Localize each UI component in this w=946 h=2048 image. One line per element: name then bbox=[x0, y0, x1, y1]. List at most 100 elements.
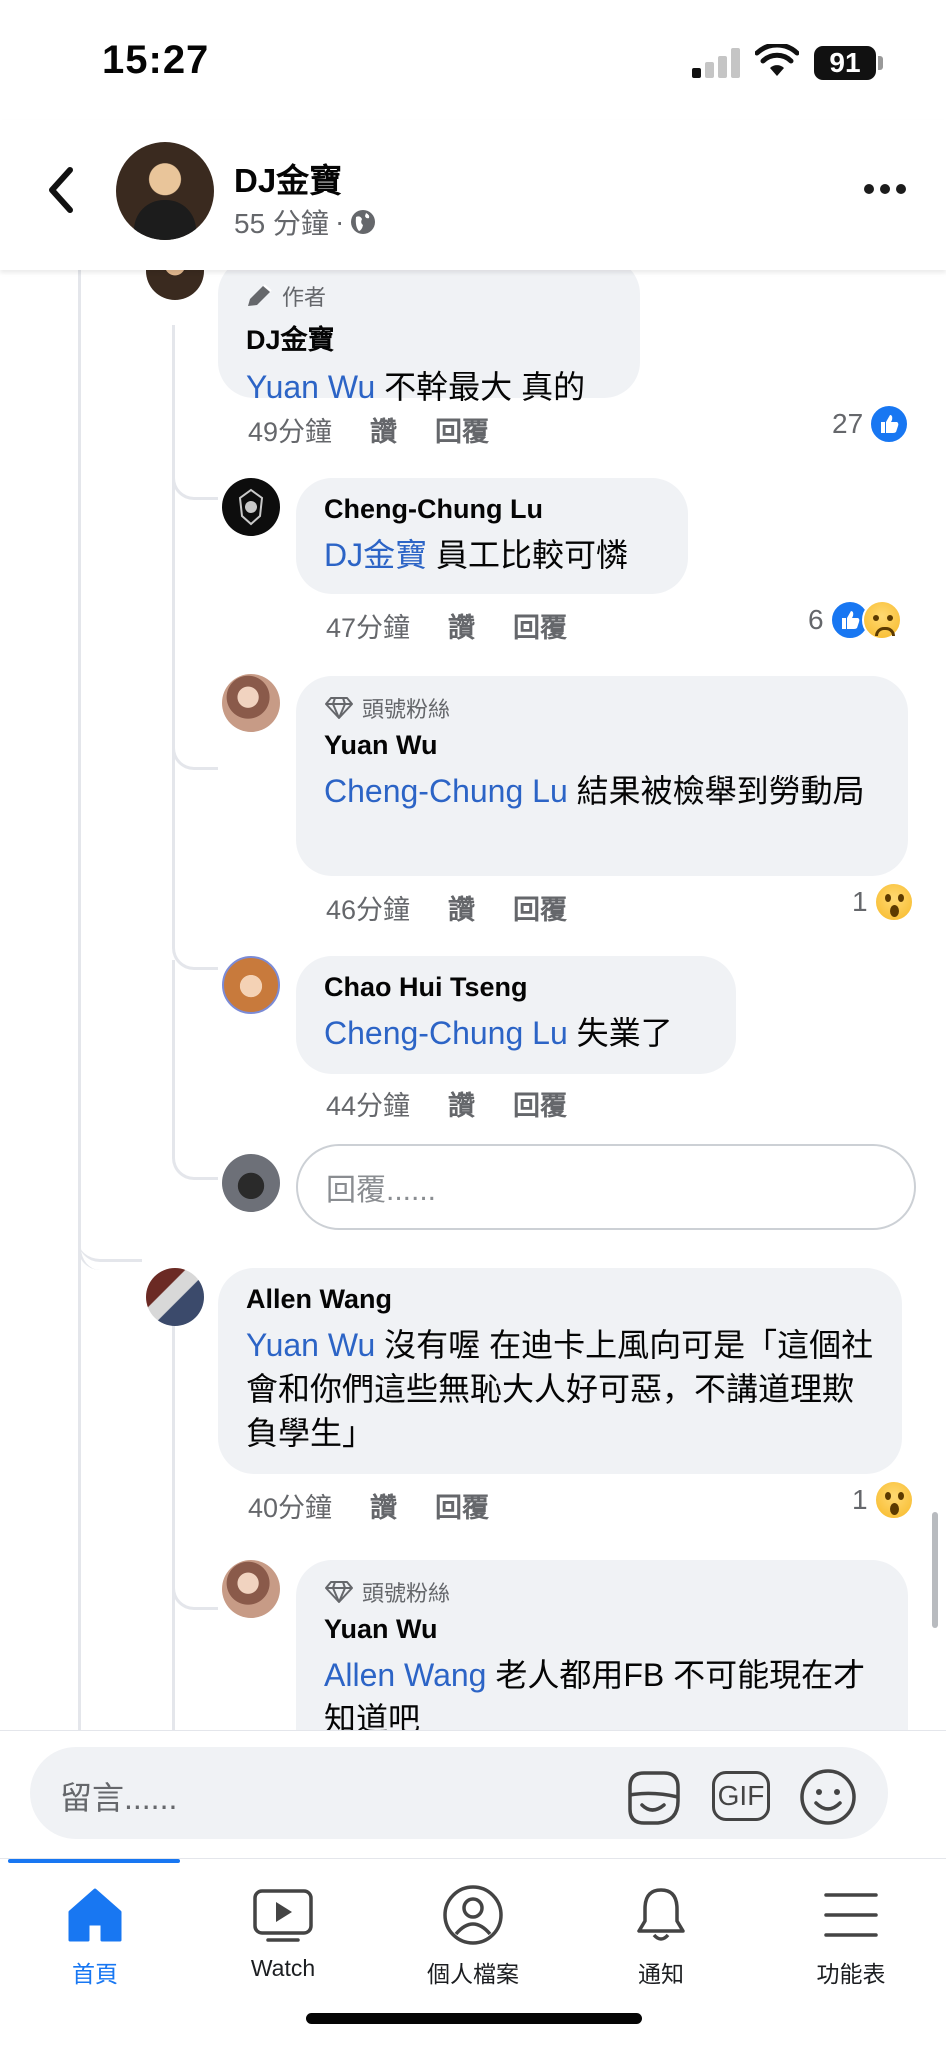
battery-level: 91 bbox=[814, 46, 876, 80]
thread-connector bbox=[172, 1550, 218, 1610]
page-name[interactable]: DJ金寶 bbox=[234, 154, 342, 202]
comment-placeholder: 留言...... bbox=[60, 1780, 178, 1816]
mention-link[interactable]: DJ金寶 bbox=[324, 537, 427, 573]
cellular-signal-icon bbox=[692, 48, 742, 78]
comment-thread: 作者 DJ金寶 Yuan Wu 不幹最大 真的 49分鐘 讚 回覆 27 Che… bbox=[0, 270, 946, 1730]
mention-link[interactable]: Yuan Wu bbox=[246, 1327, 375, 1363]
status-bar: 15:27 91 bbox=[0, 0, 946, 120]
thread-connector bbox=[172, 770, 218, 970]
thread-connector bbox=[172, 960, 218, 1180]
comment-bubble: Allen Wang Yuan Wu 沒有喔 在迪卡上風向可是「這個社會和你們這… bbox=[218, 1268, 902, 1474]
avatar[interactable] bbox=[222, 674, 280, 732]
like-button[interactable]: 讚 bbox=[370, 1486, 397, 1525]
tab-label: 功能表 bbox=[816, 1961, 886, 1987]
avatar[interactable] bbox=[146, 270, 204, 300]
reaction-summary[interactable]: 27 bbox=[832, 404, 910, 444]
wow-reaction-icon bbox=[873, 1480, 914, 1520]
reply-button[interactable]: 回覆 bbox=[435, 1486, 489, 1525]
diamond-icon bbox=[325, 1581, 353, 1603]
comment-composer: 留言...... GIF bbox=[0, 1730, 946, 1855]
scrollbar[interactable] bbox=[932, 1512, 938, 1628]
comment-actions: 46分鐘 讚 回覆 bbox=[326, 888, 567, 927]
status-time: 15:27 bbox=[102, 38, 210, 82]
reply-button[interactable]: 回覆 bbox=[513, 606, 567, 645]
comment-text: Cheng-Chung Lu 結果被檢舉到勞動局 bbox=[324, 769, 880, 813]
gif-button[interactable]: GIF bbox=[712, 1771, 770, 1821]
reaction-summary[interactable]: 6 bbox=[808, 600, 902, 640]
reaction-summary[interactable]: 1 bbox=[852, 882, 914, 922]
comment-time: 47分鐘 bbox=[326, 613, 411, 643]
commenter-name[interactable]: Cheng-Chung Lu bbox=[324, 494, 660, 525]
active-tab-indicator bbox=[8, 1859, 180, 1863]
avatar[interactable] bbox=[222, 1560, 280, 1618]
avatar[interactable] bbox=[222, 956, 280, 1014]
commenter-name[interactable]: DJ金寶 bbox=[246, 318, 612, 357]
avatar[interactable] bbox=[222, 478, 280, 536]
reply-placeholder: 回覆...... bbox=[326, 1174, 437, 1207]
reaction-summary[interactable]: 1 bbox=[852, 1480, 914, 1520]
like-button[interactable]: 讚 bbox=[448, 1084, 475, 1123]
comment-text: Cheng-Chung Lu 失業了 bbox=[324, 1011, 708, 1055]
avatar[interactable] bbox=[146, 1268, 204, 1326]
commenter-name[interactable]: Chao Hui Tseng bbox=[324, 972, 708, 1003]
thread-connector bbox=[172, 710, 218, 770]
reply-button[interactable]: 回覆 bbox=[513, 888, 567, 927]
comment-bubble: 頭號粉絲 Yuan Wu Allen Wang 老人都用FB 不可能現在才知道吧 bbox=[296, 1560, 908, 1730]
comment-body: 結果被檢舉到勞動局 bbox=[567, 773, 865, 809]
comment-text: Allen Wang 老人都用FB 不可能現在才知道吧 bbox=[324, 1653, 880, 1730]
emoji-icon[interactable] bbox=[798, 1767, 858, 1827]
comment-time: 44分鐘 bbox=[326, 1091, 411, 1121]
globe-icon bbox=[351, 210, 376, 234]
diamond-icon bbox=[325, 697, 353, 719]
tab-home[interactable]: 首頁 bbox=[20, 1881, 170, 1989]
mention-link[interactable]: Cheng-Chung Lu bbox=[324, 1015, 568, 1051]
badge-label: 頭號粉絲 bbox=[362, 1581, 451, 1606]
post-time: 55 分鐘 bbox=[234, 208, 329, 239]
tab-menu[interactable]: 功能表 bbox=[776, 1881, 926, 1989]
battery-icon bbox=[878, 56, 883, 70]
like-button[interactable]: 讚 bbox=[448, 606, 475, 645]
reply-input[interactable]: 回覆...... bbox=[296, 1144, 916, 1230]
thread-line bbox=[172, 1320, 175, 1730]
comment-bubble: 作者 DJ金寶 Yuan Wu 不幹最大 真的 bbox=[218, 270, 640, 405]
top-fan-badge: 頭號粉絲 bbox=[324, 1576, 880, 1608]
reaction-count: 27 bbox=[832, 408, 864, 439]
comment-actions: 47分鐘 讚 回覆 bbox=[326, 606, 567, 645]
back-icon[interactable] bbox=[38, 160, 82, 220]
bell-icon bbox=[637, 1888, 685, 1941]
wow-reaction-icon bbox=[873, 882, 914, 922]
like-button[interactable]: 讚 bbox=[448, 888, 475, 927]
tab-label: Watch bbox=[250, 1955, 316, 1981]
mention-link[interactable]: Allen Wang bbox=[324, 1657, 486, 1693]
watch-icon bbox=[253, 1889, 313, 1942]
thread-connector bbox=[172, 410, 218, 500]
like-reaction-icon bbox=[869, 404, 910, 444]
mention-link[interactable]: Yuan Wu bbox=[246, 369, 375, 405]
home-indicator bbox=[306, 2013, 642, 2024]
top-fan-badge: 頭號粉絲 bbox=[324, 692, 880, 724]
comment-time: 40分鐘 bbox=[248, 1493, 333, 1523]
tab-profile[interactable]: 個人檔案 bbox=[398, 1881, 548, 1989]
page-avatar[interactable] bbox=[116, 142, 214, 240]
comment-bubble: Cheng-Chung Lu DJ金寶 員工比較可憐 bbox=[296, 478, 688, 594]
mention-link[interactable]: Cheng-Chung Lu bbox=[324, 773, 568, 809]
like-button[interactable]: 讚 bbox=[370, 410, 397, 449]
tab-watch[interactable]: Watch bbox=[208, 1881, 358, 1982]
commenter-name[interactable]: Yuan Wu bbox=[324, 1614, 880, 1645]
menu-icon bbox=[824, 1893, 878, 1937]
comment-bubble: 頭號粉絲 Yuan Wu Cheng-Chung Lu 結果被檢舉到勞動局 bbox=[296, 676, 908, 876]
reply-button[interactable]: 回覆 bbox=[435, 410, 489, 449]
reaction-count: 1 bbox=[852, 1484, 868, 1515]
commenter-name[interactable]: Yuan Wu bbox=[324, 730, 880, 761]
post-header: DJ金寶 55 分鐘 · bbox=[0, 120, 946, 270]
sad-reaction-icon bbox=[861, 600, 902, 640]
tab-notifications[interactable]: 通知 bbox=[586, 1881, 736, 1989]
commenter-name[interactable]: Allen Wang bbox=[246, 1284, 874, 1315]
sticker-icon[interactable] bbox=[622, 1767, 684, 1827]
reply-button[interactable]: 回覆 bbox=[513, 1084, 567, 1123]
comment-actions: 40分鐘 讚 回覆 bbox=[248, 1486, 489, 1525]
thread-connector bbox=[78, 1230, 142, 1262]
wifi-icon bbox=[755, 44, 799, 76]
comment-bubble: Chao Hui Tseng Cheng-Chung Lu 失業了 bbox=[296, 956, 736, 1074]
more-options-icon[interactable] bbox=[864, 184, 906, 194]
